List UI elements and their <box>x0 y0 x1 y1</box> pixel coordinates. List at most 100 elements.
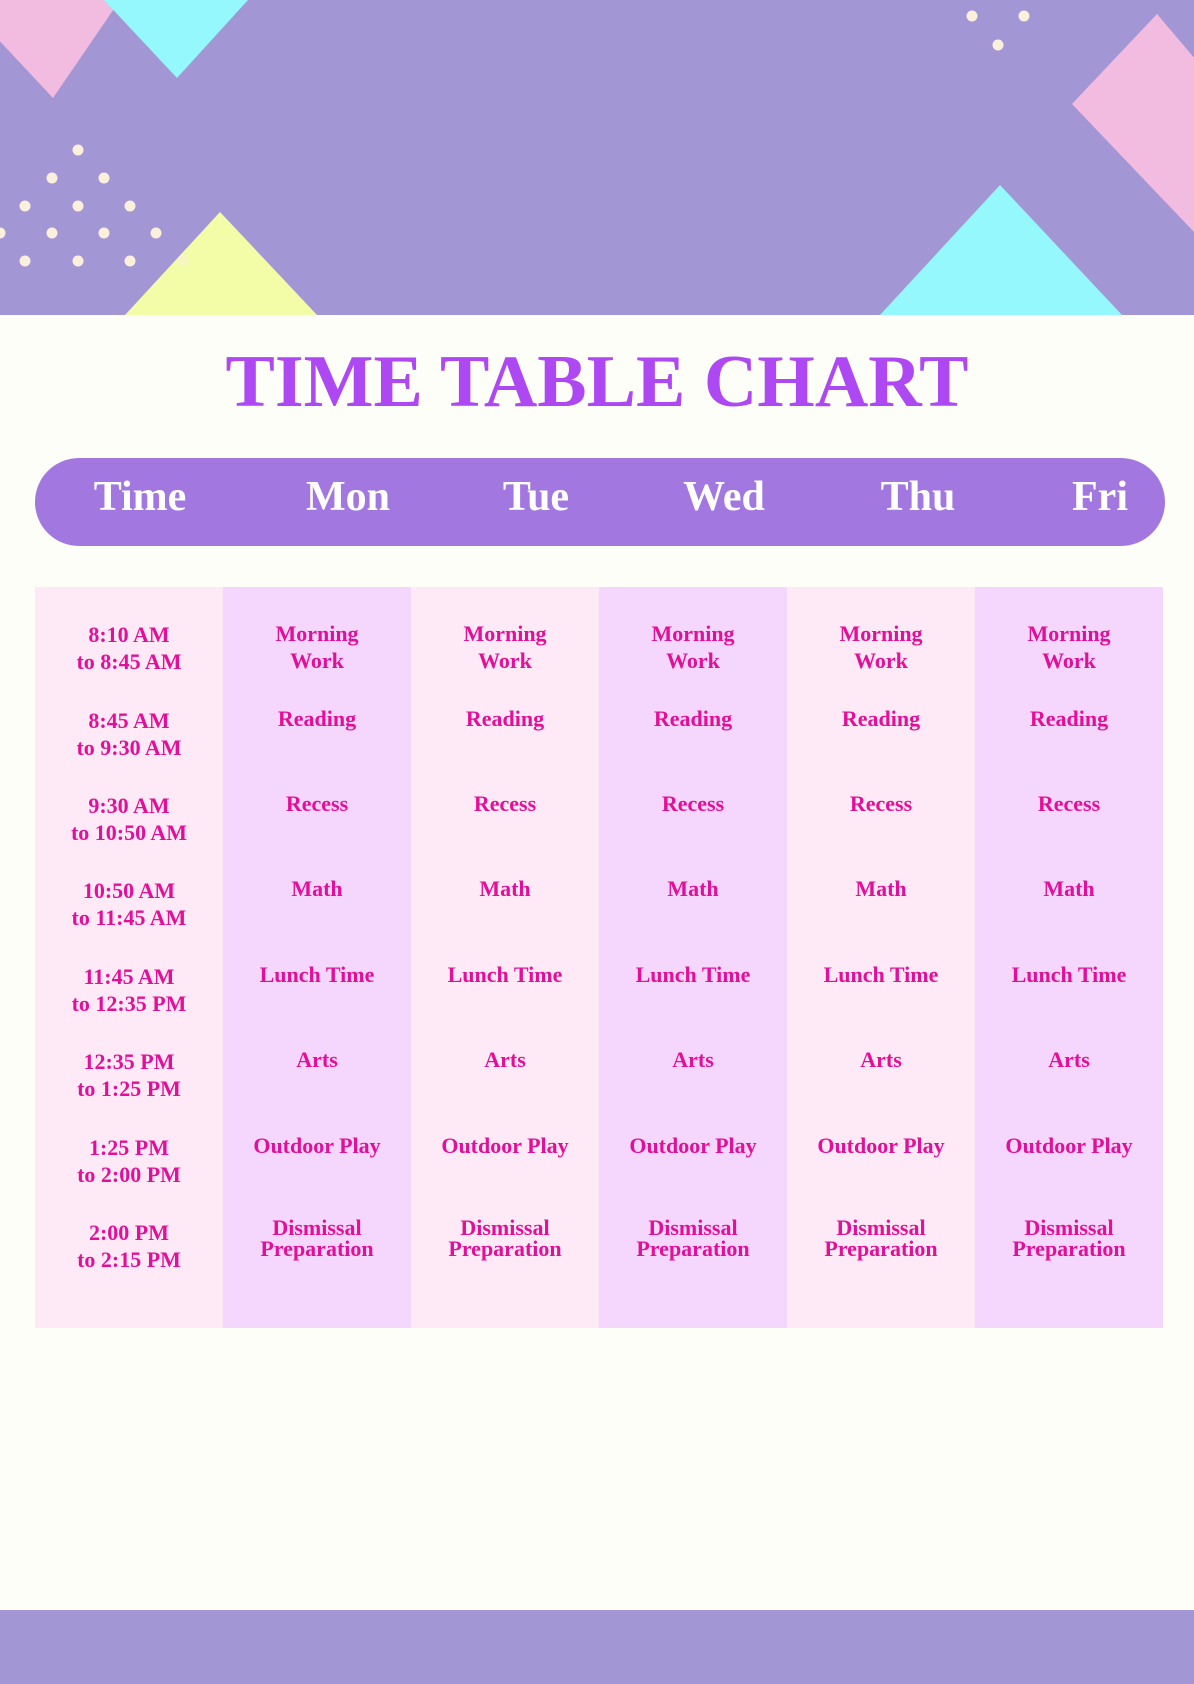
time-slot-cell-line1: 8:45 AM <box>88 708 170 733</box>
subject-cell: Morning Work <box>975 620 1163 674</box>
time-slot-cell-line2: to 8:45 AM <box>76 649 182 674</box>
page-title: TIME TABLE CHART <box>225 341 969 423</box>
yellow-triangle-shape <box>125 212 317 315</box>
subject-cell-line1: Arts <box>860 1047 902 1072</box>
subject-cell-line2: Work <box>1042 648 1096 673</box>
subject-cell: Morning Work <box>223 620 411 674</box>
dot <box>177 255 189 267</box>
time-slot-cell: 1:25 PM to 2:00 PM <box>35 1134 223 1188</box>
time-slot-cell-line1: 10:50 AM <box>82 878 176 903</box>
day-header-bar: Time Mon Tue Wed Thu Fri <box>35 458 1165 546</box>
time-slot-cell-line2: to 9:30 AM <box>76 735 182 760</box>
time-slot-cell-line2: to 10:50 AM <box>70 820 188 845</box>
subject-cell: Lunch Time <box>787 961 975 988</box>
time-slot-cell-line1: 1:25 PM <box>88 1135 170 1160</box>
subject-cell-line1: Dismissal <box>272 1215 362 1240</box>
subject-cell: Outdoor Play <box>975 1132 1163 1159</box>
subject-cell-line1: Recess <box>1037 791 1101 816</box>
subject-cell: Arts <box>599 1046 787 1073</box>
dot <box>150 227 162 239</box>
header-time: Time <box>93 474 187 520</box>
subject-cell-line1: Lunch Time <box>259 962 375 987</box>
time-slot-cell-line1: 2:00 PM <box>88 1220 170 1245</box>
subject-cell-line2: Work <box>478 648 532 673</box>
time-slot-cell-line2: to 1:25 PM <box>77 1076 181 1101</box>
column-thu: Morning Work Reading Recess Math Lunch Time Ar… <box>787 587 975 1328</box>
subject-cell-line1: Recess <box>849 791 913 816</box>
pink-diamond-shape-right <box>1072 14 1194 232</box>
decorative-footer <box>0 1610 1194 1684</box>
dot <box>98 227 110 239</box>
subject-cell-line1: Dismissal <box>648 1215 738 1240</box>
subject-cell: Reading <box>975 705 1163 732</box>
dot <box>124 200 136 212</box>
subject-cell: Arts <box>411 1046 599 1073</box>
column-fri: Morning Work Reading Recess Math Lunch Time Ar… <box>975 587 1163 1328</box>
time-slot-cell: 11:45 AM to 12:35 PM <box>35 963 223 1017</box>
cyan-triangle-shape-right <box>880 185 1122 315</box>
dot <box>72 200 84 212</box>
subject-cell-line1: Dismissal <box>1024 1215 1114 1240</box>
subject-cell-line1: Morning <box>839 621 923 646</box>
subject-cell-line1: Lunch Time <box>1011 962 1127 987</box>
column-mon: Morning Work Reading Recess Math Lunch Time Ar… <box>223 587 411 1328</box>
time-slot-cell: 8:10 AM to 8:45 AM <box>35 621 223 675</box>
subject-cell: Lunch Time <box>223 961 411 988</box>
subject-cell-line1: Outdoor Play <box>817 1133 945 1158</box>
time-slot-cell-line2: to 2:15 PM <box>77 1247 181 1272</box>
subject-cell-line2: Preparation <box>448 1236 562 1261</box>
subject-cell-line2: Preparation <box>636 1236 750 1261</box>
subject-cell: Lunch Time <box>599 961 787 988</box>
time-slot-cell-line1: 8:10 AM <box>88 622 170 647</box>
dot <box>19 200 31 212</box>
time-slot-cell-line1: 12:35 PM <box>83 1049 175 1074</box>
cyan-triangle-shape <box>104 0 248 78</box>
header-fri: Fri <box>1072 474 1128 520</box>
subject-cell-line1: Math <box>667 876 719 901</box>
subject-cell: Lunch Time <box>975 961 1163 988</box>
dot <box>124 255 136 267</box>
column-tue: Morning Work Reading Recess Math Lunch Time Ar… <box>411 587 599 1328</box>
banner-shapes <box>0 0 1194 315</box>
subject-cell-line1: Math <box>1043 876 1095 901</box>
subject-cell-line1: Math <box>479 876 531 901</box>
subject-cell: Math <box>787 875 975 902</box>
dot <box>0 227 6 239</box>
subject-cell-line1: Reading <box>841 706 921 731</box>
dot <box>19 255 31 267</box>
subject-cell: Math <box>411 875 599 902</box>
subject-cell-line1: Math <box>291 876 343 901</box>
time-slot-cell-line1: 9:30 AM <box>88 793 170 818</box>
subject-cell: Math <box>223 875 411 902</box>
subject-cell-line1: Arts <box>672 1047 714 1072</box>
subject-cell-line1: Outdoor Play <box>441 1133 569 1158</box>
time-slot-cell: 12:35 PM to 1:25 PM <box>35 1048 223 1102</box>
pink-diamond-shape <box>0 0 120 98</box>
subject-cell-line1: Recess <box>661 791 725 816</box>
time-slot-cell: 2:00 PM to 2:15 PM <box>35 1219 223 1273</box>
column-time: 8:10 AM to 8:45 AM 8:45 AM to 9:30 AM 9:30 A… <box>35 587 223 1328</box>
subject-cell-line1: Outdoor Play <box>253 1133 381 1158</box>
subject-cell-line1: Dismissal <box>460 1215 550 1240</box>
subject-cell-line1: Reading <box>277 706 357 731</box>
subject-cell-line1: Morning <box>1027 621 1111 646</box>
column-wed: Morning Work Reading Recess Math Lunch Time Ar… <box>599 587 787 1328</box>
subject-cell-line2: Work <box>666 648 720 673</box>
time-slot-cell-line2: to 2:00 PM <box>77 1162 181 1187</box>
subject-cell: Recess <box>787 790 975 817</box>
dot <box>72 255 84 267</box>
subject-cell: Arts <box>787 1046 975 1073</box>
time-slot-cell: 9:30 AM to 10:50 AM <box>35 792 223 846</box>
dot <box>46 227 58 239</box>
subject-cell: Math <box>599 875 787 902</box>
subject-cell-line1: Reading <box>1029 706 1109 731</box>
subject-cell: Recess <box>975 790 1163 817</box>
subject-cell: Reading <box>411 705 599 732</box>
time-slot-cell: 8:45 AM to 9:30 AM <box>35 707 223 761</box>
subject-cell-line1: Outdoor Play <box>1005 1133 1133 1158</box>
dot <box>72 144 84 156</box>
subject-cell-line1: Morning <box>275 621 359 646</box>
subject-cell-line1: Arts <box>296 1047 338 1072</box>
dot <box>46 172 58 184</box>
time-slot-cell-line1: 11:45 AM <box>83 964 175 989</box>
